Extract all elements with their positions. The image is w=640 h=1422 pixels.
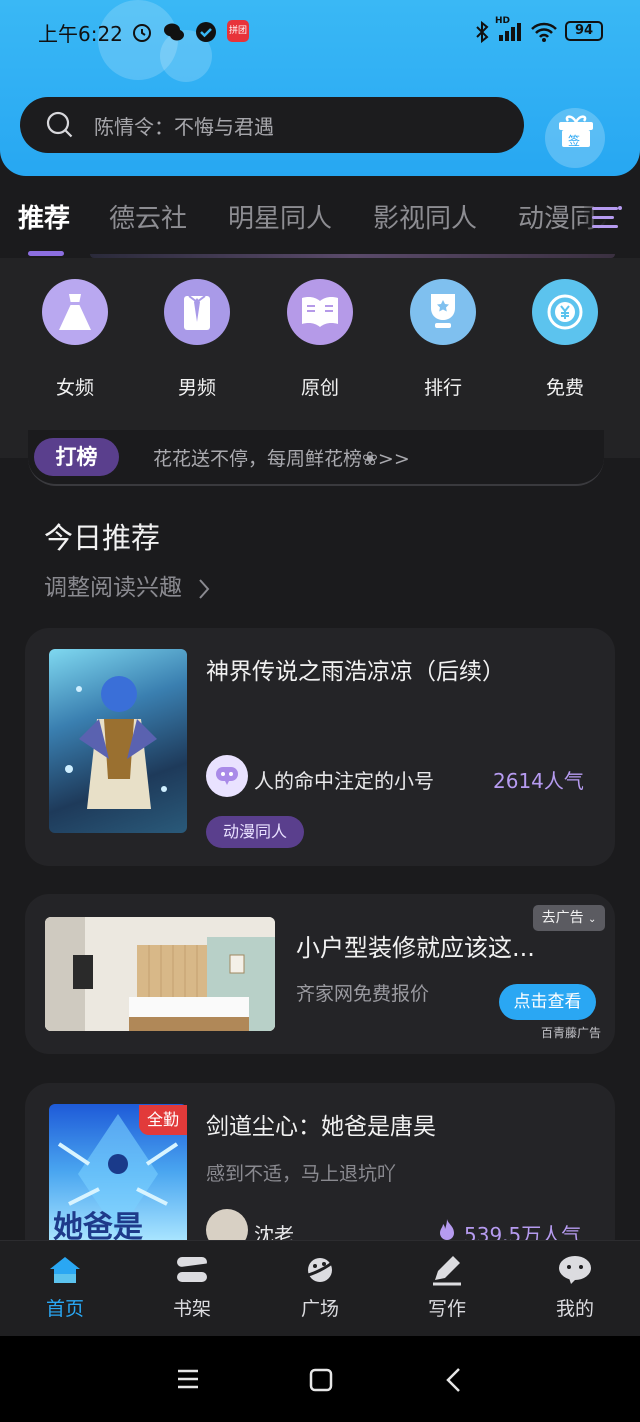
home-icon [50,1257,80,1283]
avatar [206,755,248,797]
tab-film-fanfic[interactable]: 影视同人 [373,198,477,235]
menu-icon [592,206,622,228]
chevron-right-icon [199,578,210,599]
signal-icon [497,20,523,44]
wechat-icon [162,20,186,44]
nav-bookshelf[interactable]: 书架 [147,1254,237,1321]
shirt-icon [164,279,230,345]
back-key-icon[interactable] [445,1367,463,1397]
genre-tag[interactable]: 动漫同人 [206,816,304,848]
nav-label: 书架 [172,1298,211,1320]
rank-badge[interactable]: 打榜 [34,438,119,476]
battery-level: 94 [574,23,594,38]
section-title: 今日推荐 [44,521,161,555]
author-name: 人的命中注定的小号 [254,769,434,793]
ad-description: 齐家网免费报价 [296,983,430,1005]
category-male[interactable]: 男频 [147,279,247,400]
remove-ad-button[interactable]: 去广告 ⌄ [533,905,605,931]
category-female[interactable]: 女频 [25,279,125,400]
alarm-icon [130,20,154,44]
tab-recommend[interactable]: 推荐 [18,198,70,235]
battery-icon: 94 [565,21,603,41]
search-icon [46,111,74,139]
category-label: 原创 [300,377,339,399]
nav-profile[interactable]: 我的 [530,1254,620,1321]
nav-square[interactable]: 广场 [275,1254,365,1321]
tab-menu-button[interactable] [584,200,640,236]
ad-view-button[interactable]: 点击查看 [499,984,596,1020]
nav-label: 写作 [427,1298,466,1320]
nav-label: 我的 [555,1298,594,1320]
adjust-interest-link[interactable]: 调整阅读兴趣 [44,568,211,602]
trophy-icon [410,279,476,345]
chat-face-icon [559,1256,591,1284]
chevron-down-icon: ⌄ [588,914,597,925]
verified-icon [194,20,218,44]
nav-label: 首页 [45,1298,84,1320]
cover-text: 她爸是 [53,1210,143,1240]
active-tab-indicator [28,251,64,256]
adjust-interest-label: 调整阅读兴趣 [44,575,182,601]
checkin-label: 签 [568,134,581,148]
ad-title[interactable]: 小户型装修就应该这... [296,928,535,963]
search-input[interactable]: 陈情令：不悔与君遇 [94,111,274,140]
chat-bubble-icon [216,767,238,785]
nav-home[interactable]: 首页 [20,1254,110,1321]
category-label: 排行 [423,377,462,399]
checkin-gift-button[interactable]: 签 [545,108,605,168]
menu-key-icon[interactable] [176,1368,200,1394]
app-badge-icon: 拼团 [227,20,249,42]
category-label: 男频 [177,377,216,399]
home-key-icon[interactable] [309,1368,333,1396]
category-free[interactable]: 免费 [515,279,615,400]
book-title[interactable]: 神界传说之雨浩凉凉（后续） [206,652,505,686]
status-time: 上午6:22 [38,22,123,46]
ad-source: 百青藤广告 [541,1026,602,1040]
book-summary: 感到不适，马上退坑吖 [206,1163,397,1185]
book-cover [49,649,187,833]
search-bar[interactable]: 陈情令：不悔与君遇 [20,97,524,153]
planet-icon [303,1258,337,1282]
rank-text[interactable]: 花花送不停，每周鲜花榜❀>> [153,444,410,471]
pen-icon [433,1256,461,1286]
popularity: 2614人气 [493,769,584,793]
category-original[interactable]: 原创 [270,279,370,400]
category-label: 女频 [55,377,94,399]
tab-deyunshe[interactable]: 德云社 [109,198,187,235]
tab-star-fanfic[interactable]: 明星同人 [228,198,332,235]
bookshelf-icon [176,1257,208,1282]
dress-icon [42,279,108,345]
attendance-badge: 全勤 [139,1105,187,1135]
book-title[interactable]: 剑道尘心：她爸是唐昊 [206,1107,436,1141]
bluetooth-icon [470,20,494,44]
nav-label: 广场 [300,1298,339,1320]
category-ranking[interactable]: 排行 [393,279,493,400]
yen-coin-icon [532,279,598,345]
category-label: 免费 [545,377,584,399]
book-icon [287,279,353,345]
ad-image [45,917,275,1031]
nav-write[interactable]: 写作 [402,1254,492,1321]
wifi-icon [530,20,558,44]
remove-ad-label: 去广告 [541,910,584,926]
